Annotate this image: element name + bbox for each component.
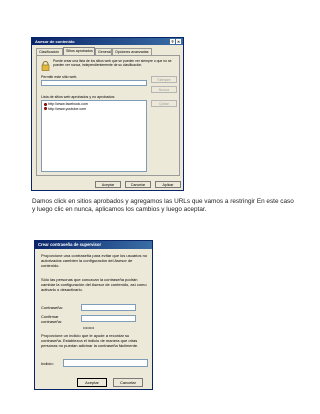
sites-list[interactable]: http://www.facebook.com http://www.youtu…	[41, 100, 147, 172]
tab-general[interactable]: General	[95, 48, 112, 55]
list-item-url: http://www.facebook.com	[48, 102, 88, 106]
confirm-password-input[interactable]: ••••••••	[81, 315, 136, 330]
cancel-button[interactable]: Cancelar	[125, 181, 151, 188]
tab-opciones-avanzadas[interactable]: Opciones avanzadas	[112, 48, 152, 55]
site-label: Permitir este sitio web:	[41, 75, 78, 79]
list-item-url: http://www.youtube.com	[48, 106, 87, 111]
password-input[interactable]: ••••••••	[81, 304, 136, 319]
content-advisor-dialog: Asesor de contenido ? × Clasificación Si…	[31, 37, 184, 191]
tab-panel: Puede crear una lista de los sitios web …	[36, 55, 180, 176]
apply-button[interactable]: Aplicar	[155, 181, 181, 188]
tab-sitios-aprobados[interactable]: Sitios aprobados	[63, 47, 95, 55]
lock-icon	[41, 61, 50, 71]
site-input[interactable]	[41, 80, 147, 86]
hint-input[interactable]	[63, 359, 148, 367]
info-paragraph: Sólo las personas que conozcan la contra…	[41, 277, 147, 292]
ok-button[interactable]: Aceptar	[77, 378, 107, 387]
supervisor-password-dialog: Crear contraseña de supervisor Proporcio…	[34, 240, 153, 390]
remove-button[interactable]: Quitar	[151, 100, 177, 107]
dialog-title: Asesor de contenido	[35, 39, 75, 44]
blocked-site-icon	[44, 107, 47, 111]
blocked-site-icon	[44, 102, 47, 106]
ok-button[interactable]: Aceptar	[95, 181, 121, 188]
intro-paragraph: Proporcione una contraseña para evitar q…	[41, 253, 148, 268]
help-button[interactable]: ?	[170, 39, 175, 44]
confirm-password-value: ••••••••	[83, 325, 95, 330]
confirm-label: Confirmar contraseña:	[41, 314, 62, 324]
list-item[interactable]: http://www.youtube.com	[42, 107, 146, 112]
list-label: Lista de sitios web aprobados y no aprob…	[41, 95, 116, 99]
close-button[interactable]: ×	[176, 39, 181, 44]
hint-label: Indicio:	[41, 361, 54, 366]
password-label: Contraseña:	[41, 305, 63, 310]
always-button[interactable]: Siempre	[151, 76, 177, 83]
info-text: Puede crear una lista de los sitios web …	[53, 59, 172, 68]
tab-clasificacion[interactable]: Clasificación	[36, 48, 63, 55]
dialog-titlebar: Asesor de contenido ? ×	[32, 38, 183, 45]
dialog-titlebar: Crear contraseña de supervisor	[35, 241, 152, 249]
dialog-title: Crear contraseña de supervisor	[38, 242, 102, 247]
caption-text: Damos click en sitios aprobados y agrega…	[32, 198, 294, 213]
cancel-button[interactable]: Cancelar	[113, 378, 143, 387]
hint-paragraph: Proporcione un indicio que le ayude a re…	[41, 333, 139, 348]
never-button[interactable]: Nunca	[151, 86, 177, 93]
